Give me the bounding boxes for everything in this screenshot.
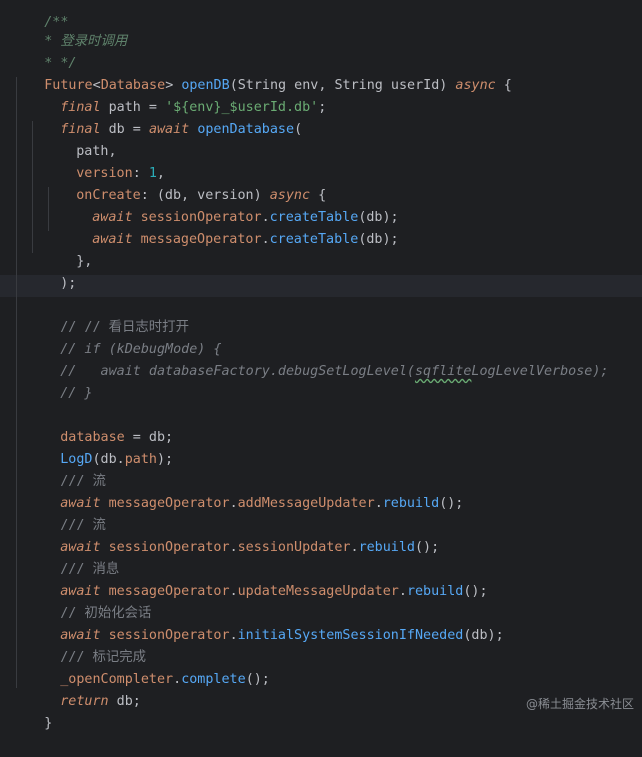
function-call: rebuild [358,540,415,555]
code-line-4: final path = '${env}_$userId.db'; [28,75,326,115]
keyword-await: await [148,122,190,137]
code-line-12: ); [28,251,76,291]
code-line-3: Future<Database> openDB(String env, Stri… [12,53,512,93]
punct: . [173,672,182,687]
code-line-32: } [12,691,52,731]
function-call: createTable [269,232,359,247]
code-line-14: // // 看日志时打开 [28,295,189,335]
field: sessionUpdater [237,540,351,555]
code-line-19: database = db; [28,405,173,445]
function-call: openDatabase [197,122,295,137]
code-line-21: /// 流 [28,449,106,489]
punct: (); [415,540,440,555]
punct: . [398,584,407,599]
code-line-23: /// 流 [28,493,106,533]
code-line-20: LogD(db.path); [28,427,173,467]
punct: . [229,584,238,599]
punct: . [229,496,238,511]
punct: . [261,232,270,247]
field: updateMessageUpdater [237,584,399,599]
watermark: @稀土掘金技术社区 [525,697,634,711]
punct: ); [157,452,174,467]
line-comment: // } [60,386,93,401]
function-call: complete [181,672,246,687]
punct: . [229,540,238,555]
code-line-25: /// 消息 [28,537,119,577]
code-line-27: // 初始化会话 [28,581,151,621]
code-line-22: await messageOperator.addMessageUpdater.… [28,471,463,511]
code-line-29: /// 标记完成 [28,625,146,665]
code-line-6: path, [44,119,116,159]
code-line-1: * 登录时调用 [12,9,127,49]
punct: { [495,78,512,93]
code-text: ); [60,276,77,291]
code-line-7: version: 1, [44,141,165,181]
code-line-26: await messageOperator.updateMessageUpdat… [28,559,487,599]
code-line-5: final db = await openDatabase( [28,97,302,137]
function-call: rebuild [406,584,464,599]
current-line-highlight [0,275,642,297]
field: addMessageUpdater [237,496,375,511]
identifier: messageOperator [140,232,262,247]
punct: (); [245,672,270,687]
code-line-30: _openCompleter.complete(); [28,647,270,687]
line-comment: LogLevelVerbose); [471,364,609,379]
code-line-24: await sessionOperator.sessionUpdater.reb… [28,515,439,555]
code-line-16: // await databaseFactory.debugSetLogLeve… [28,339,608,379]
function-call: rebuild [382,496,440,511]
code-line-31: return db; [28,669,141,709]
keyword-await: await [92,232,133,247]
identifier: sessionOperator [108,540,230,555]
indent-guide [16,77,17,688]
code-line-17: // } [28,361,92,401]
code-text: (db); [358,232,399,247]
punct: . [374,496,383,511]
punct: . [229,628,238,643]
code-editor[interactable]: /** * 登录时调用 * */ Future<Database> openDB… [0,0,642,731]
code-text: db; [108,694,141,709]
punct: (); [463,584,488,599]
code-line-2: * */ [12,31,76,71]
code-line-11: }, [44,229,92,269]
typo-underline[interactable]: sqflite [415,364,471,379]
code-text: } [44,716,53,731]
code-line-8: onCreate: (db, version) async { [44,163,326,203]
keyword-return: return [60,694,109,709]
field: path [124,452,157,467]
punct: ; [318,100,327,115]
code-line-10: await messageOperator.createTable(db); [60,207,398,247]
code-line-9: await sessionOperator.createTable(db); [60,185,398,225]
punct: (); [439,496,464,511]
line-comment: // await databaseFactory.debugSetLogLeve… [60,364,415,379]
code-line-15: // if (kDebugMode) { [28,317,221,357]
keyword-async: async [455,78,496,93]
function-call: initialSystemSessionIfNeeded [237,628,464,643]
code-text: }, [76,254,93,269]
punct: ( [294,122,303,137]
punct: (db); [463,628,504,643]
punct: . [350,540,359,555]
identifier: messageOperator [108,496,230,511]
code-line-28: await sessionOperator.initialSystemSessi… [28,603,503,643]
